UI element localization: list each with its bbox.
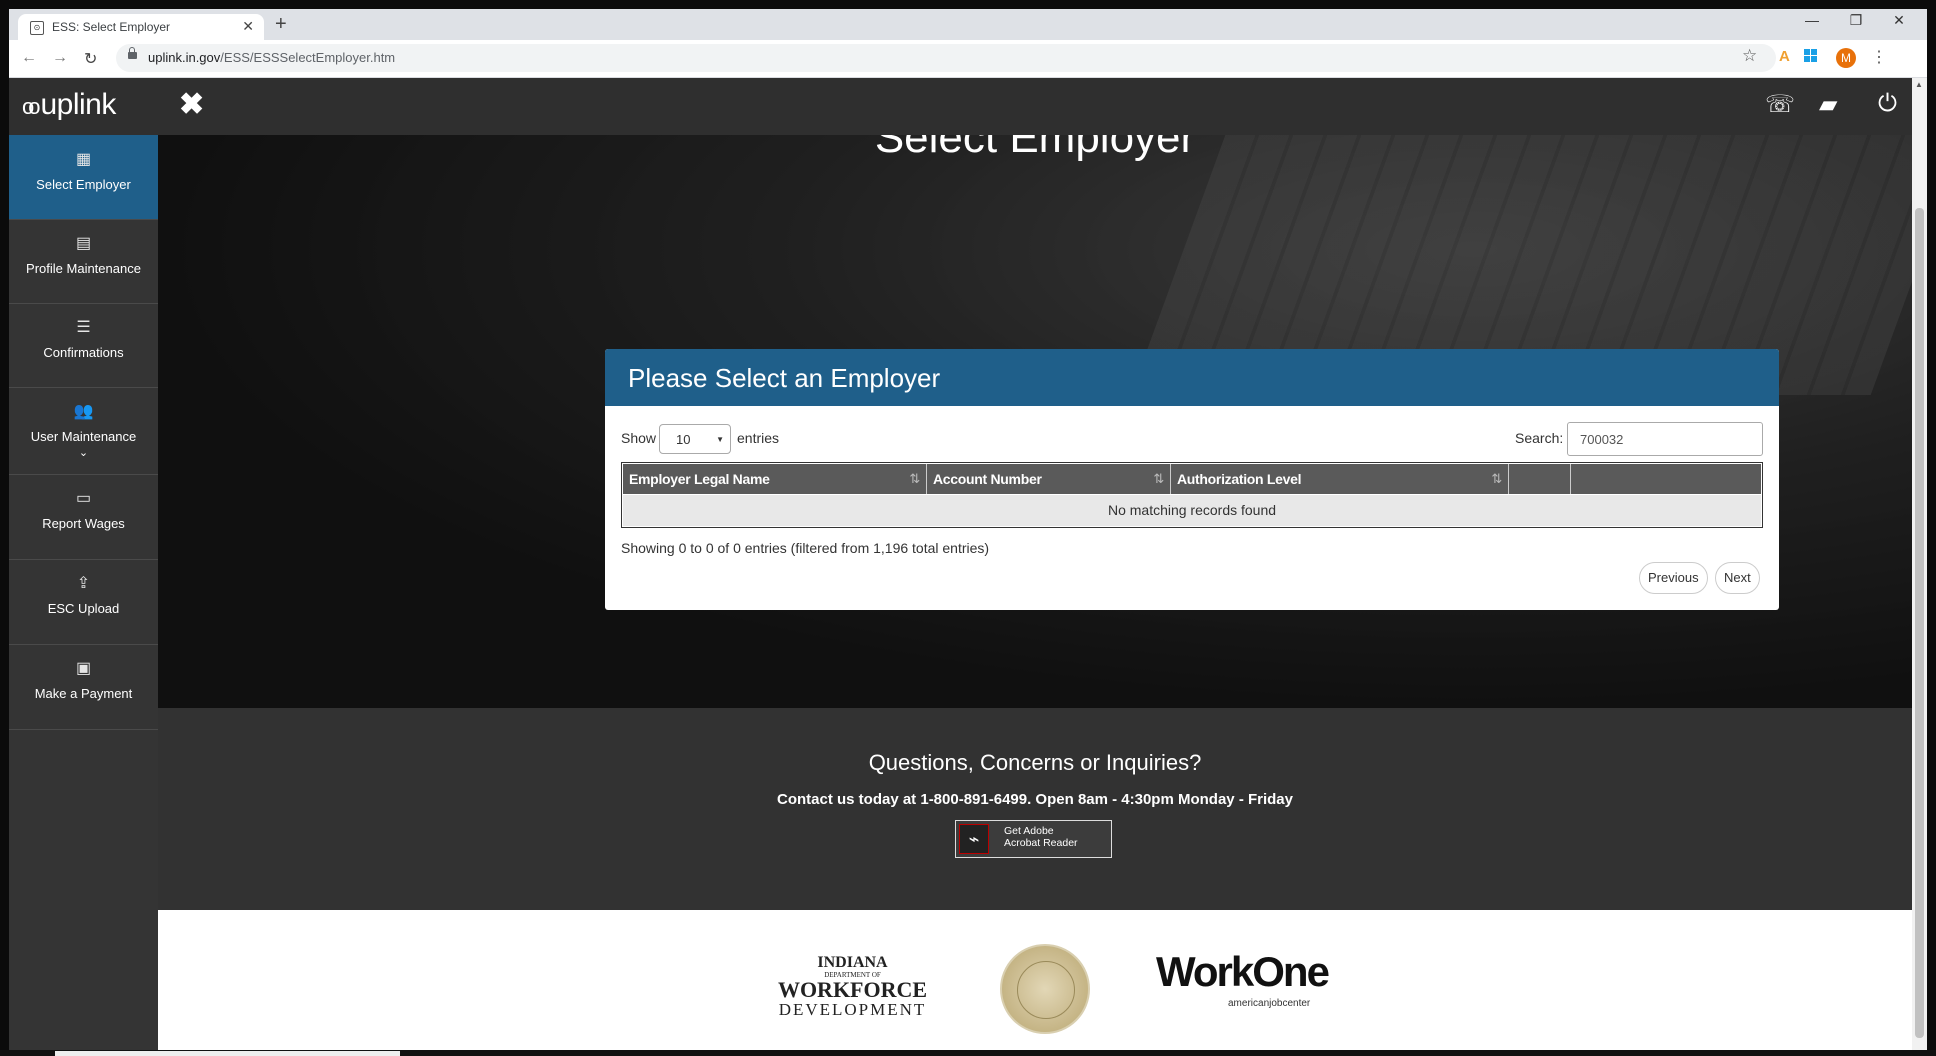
table-info: Showing 0 to 0 of 0 entries (filtered fr… — [621, 540, 990, 556]
workone-logo: WorkOne — [1156, 948, 1330, 995]
close-menu-icon[interactable]: ✖ — [179, 87, 204, 122]
browser-tab[interactable]: ⊙ ESS: Select Employer ✕ — [18, 14, 264, 40]
adobe-line-1: Get Adobe — [1004, 825, 1054, 837]
contact-section: Questions, Concerns or Inquiries? Contac… — [158, 708, 1912, 910]
lock-icon — [128, 47, 137, 61]
document-icon: ▤ — [75, 235, 92, 252]
state-seal-logo — [1000, 944, 1090, 1034]
show-label: Show — [621, 430, 657, 446]
users-icon: 👥 — [73, 403, 94, 420]
sidebar-item-label: Profile Maintenance — [26, 261, 141, 276]
empty-table-message: No matching records found — [623, 495, 1761, 526]
sidebar: ▦ Select Employer ▤ Profile Maintenance … — [9, 135, 158, 1050]
sidebar-item-esc-upload[interactable]: ⇪ ESC Upload — [9, 559, 158, 645]
money-icon: ▣ — [75, 660, 92, 677]
panel-header: Please Select an Employer — [605, 349, 1779, 406]
chevron-down-icon: ⌄ — [78, 447, 89, 459]
os-taskbar — [0, 1050, 1936, 1056]
back-icon[interactable]: ← — [21, 49, 37, 67]
tab-close-icon[interactable]: ✕ — [242, 18, 254, 35]
column-header-account-number[interactable]: Account Number ⇅ — [927, 464, 1171, 494]
page-scrollbar[interactable]: ▲ — [1912, 78, 1927, 1050]
sidebar-item-profile-maintenance[interactable]: ▤ Profile Maintenance — [9, 219, 158, 304]
sidebar-item-label: Report Wages — [42, 516, 125, 531]
scrollbar-thumb[interactable] — [1915, 208, 1924, 1038]
sidebar-item-make-a-payment[interactable]: ▣ Make a Payment — [9, 644, 158, 730]
new-tab-button[interactable]: + — [275, 13, 287, 36]
address-bar[interactable]: uplink.in.gov/ESS/ESSSelectEmployer.htm — [116, 44, 1776, 72]
next-button[interactable]: Next — [1715, 562, 1760, 594]
reload-icon[interactable]: ↻ — [84, 49, 97, 69]
search-input[interactable] — [1567, 422, 1763, 456]
tab-title: ESS: Select Employer — [52, 20, 171, 34]
previous-button[interactable]: Previous — [1639, 562, 1708, 594]
select-caret-icon: ▼ — [716, 435, 724, 444]
sort-icon: ⇅ — [1491, 471, 1502, 486]
column-header-authorization-level[interactable]: Authorization Level ⇅ — [1171, 464, 1509, 494]
scroll-up-icon[interactable]: ▲ — [1915, 80, 1923, 89]
tab-strip: ⊙ ESS: Select Employer ✕ + — ❐ ✕ — [9, 9, 1927, 40]
top-navbar: oo uplink ✖ ☏ ▰ ⏻ — [9, 78, 1912, 135]
restore-button[interactable]: ❐ — [1836, 12, 1876, 29]
adobe-line-2: Acrobat Reader — [1004, 837, 1078, 849]
sort-icon: ⇅ — [909, 471, 920, 486]
sidebar-item-user-maintenance[interactable]: 👥 User Maintenance ⌄ — [9, 387, 158, 475]
minimize-button[interactable]: — — [1792, 12, 1832, 28]
profile-avatar[interactable]: M — [1836, 48, 1856, 68]
url-text: uplink.in.gov/ESS/ESSSelectEmployer.htm — [148, 50, 396, 65]
list-icon: ☰ — [76, 319, 91, 336]
sidebar-item-select-employer[interactable]: ▦ Select Employer — [9, 135, 158, 220]
sidebar-item-report-wages[interactable]: ▭ Report Wages — [9, 474, 158, 560]
contact-text: Contact us today at 1-800-891-6499. Open… — [777, 791, 1293, 808]
contact-heading: Questions, Concerns or Inquiries? — [868, 750, 1202, 775]
panel-title: Please Select an Employer — [628, 363, 941, 393]
bookmark-star-icon[interactable]: ☆ — [1742, 46, 1757, 66]
card-icon: ▭ — [75, 490, 92, 507]
page-size-select[interactable]: 10 ▼ — [659, 424, 731, 454]
hero-background: Select Employer Please Select an Employe… — [158, 135, 1912, 708]
uplink-logo[interactable]: oo uplink — [22, 88, 116, 122]
building-icon: ▦ — [75, 151, 92, 168]
forward-icon[interactable]: → — [52, 49, 68, 67]
page-content: Select Employer Please Select an Employe… — [9, 78, 1912, 1050]
column-header-blank-2 — [1571, 464, 1761, 494]
american-job-center-text: americanjobcenter — [1228, 998, 1311, 1009]
window-close-button[interactable]: ✕ — [1879, 12, 1919, 29]
extension-acrobat-icon[interactable]: A — [1779, 48, 1790, 65]
sidebar-item-confirmations[interactable]: ☰ Confirmations — [9, 303, 158, 388]
column-header-blank-1 — [1509, 464, 1571, 494]
column-header-employer-legal-name[interactable]: Employer Legal Name ⇅ — [623, 464, 927, 494]
indiana-dwd-logo: INDIANA DEPARTMENT OF WORKFORCE DEVELOPM… — [777, 954, 928, 1019]
sidebar-item-label: ESC Upload — [47, 601, 120, 616]
rings-icon: oo — [22, 94, 41, 119]
employer-table: Employer Legal Name ⇅ Account Number ⇅ Aut… — [621, 462, 1763, 528]
sidebar-item-label: Make a Payment — [34, 686, 133, 701]
search-label: Search: — [1515, 430, 1564, 446]
sidebar-item-label: Confirmations — [43, 345, 124, 360]
favicon-icon: ⊙ — [30, 21, 44, 35]
sidebar-item-label: Select Employer — [36, 177, 131, 192]
browser-window: ⊙ ESS: Select Employer ✕ + — ❐ ✕ ← → ↻ u… — [9, 9, 1927, 1050]
select-employer-panel: Please Select an Employer Show 10 ▼ entr… — [605, 349, 1779, 610]
extension-windows-icon[interactable] — [1804, 49, 1818, 63]
get-adobe-reader-button[interactable]: ⌁ Get Adobe Acrobat Reader — [955, 820, 1112, 858]
phone-icon[interactable]: ☏ — [1765, 90, 1795, 119]
briefcase-icon[interactable]: ▰ — [1819, 90, 1837, 119]
entries-label: entries — [737, 430, 780, 446]
sort-icon: ⇅ — [1153, 471, 1164, 486]
power-icon[interactable]: ⏻ — [1878, 90, 1897, 118]
upload-icon: ⇪ — [76, 575, 91, 592]
browser-toolbar: ← → ↻ uplink.in.gov/ESS/ESSSelectEmploye… — [9, 40, 1927, 78]
footer-logos: INDIANA DEPARTMENT OF WORKFORCE DEVELOPM… — [158, 910, 1912, 1050]
pdf-icon: ⌁ — [959, 824, 989, 854]
hero-title: Select Employer — [874, 135, 1196, 162]
browser-menu-icon[interactable]: ⋮ — [1871, 47, 1887, 67]
sidebar-item-label: User Maintenance — [30, 429, 137, 444]
